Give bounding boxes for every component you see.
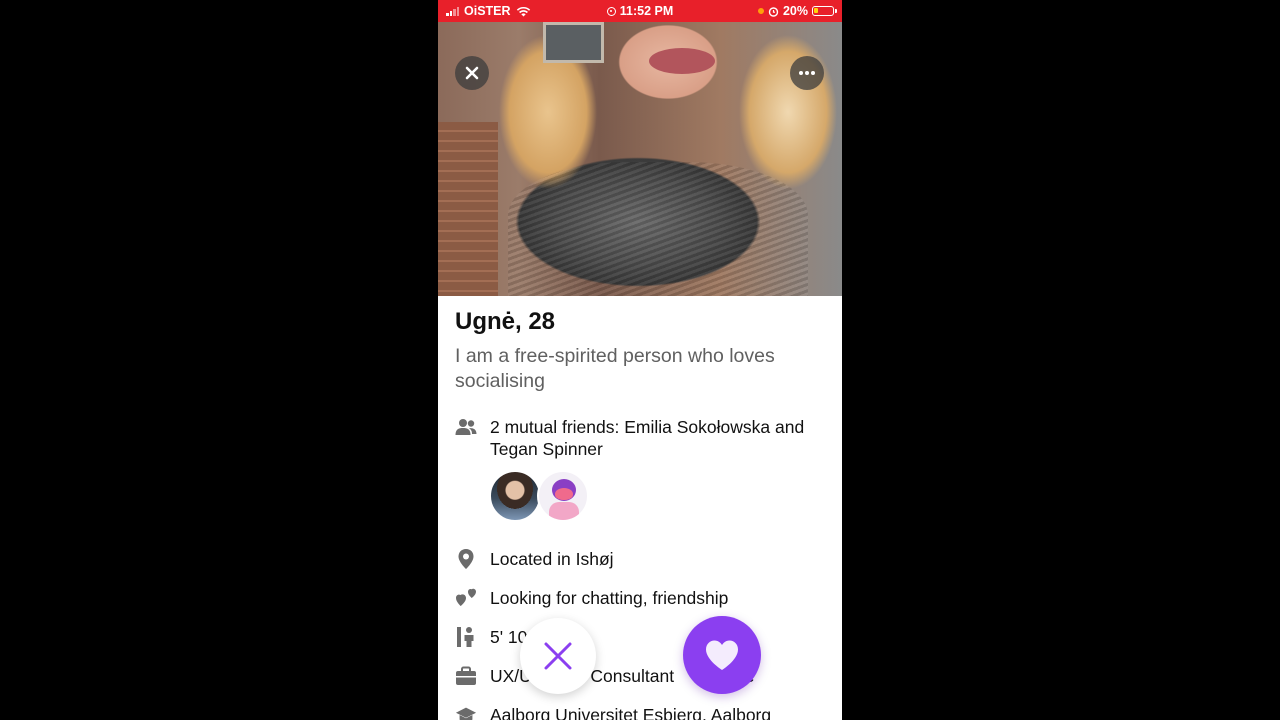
alarm-icon [768,6,779,17]
more-options-button[interactable] [790,56,824,90]
ruler-person-icon [455,626,477,648]
phone-screen: OiSTER 11:52 PM 20% Ugnė, 28 I am a free… [438,0,842,720]
education-text: Aalborg Universitet Esbjerg, Aalborg [490,705,772,720]
photo-brick-wall [438,122,498,296]
heart-icon [706,640,738,670]
briefcase-icon [455,665,477,687]
looking-for-row: Looking for chatting, friendship [455,587,830,609]
close-button[interactable] [455,56,489,90]
mutual-friends-row[interactable]: 2 mutual friends: Emilia Sokołowska and … [455,416,830,460]
avatar[interactable] [489,470,541,522]
profile-photo[interactable] [438,22,842,296]
mic-indicator-icon [757,8,764,14]
status-bar: OiSTER 11:52 PM 20% [438,0,842,22]
status-time: 11:52 PM [619,4,674,18]
location-pin-icon [455,548,477,570]
screen-recording-icon [606,6,616,16]
pass-button[interactable] [520,618,596,694]
like-button[interactable] [683,616,761,694]
location-text: Located in Ishøj [490,549,614,569]
height-row: 5' 10 [455,626,830,648]
location-row: Located in Ishøj [455,548,830,570]
graduation-cap-icon [455,704,477,720]
looking-for-text: Looking for chatting, friendship [490,588,729,608]
close-icon [465,66,479,80]
mutual-friends-text: 2 mutual friends: Emilia Sokołowska and … [490,417,805,459]
people-icon [455,416,477,438]
x-icon [544,642,572,670]
more-icon [799,71,815,75]
work-row: UX/Un Consultantthmore [455,665,830,687]
avatar[interactable] [537,470,589,522]
profile-bio: I am a free-spirited person who loves so… [455,345,775,392]
profile-name: Ugnė, 28 [455,308,556,335]
education-row: Aalborg Universitet Esbjerg, Aalborg [455,704,830,720]
mutual-friends-avatars [489,470,589,522]
hearts-icon [455,587,477,609]
photo-scarf [508,162,808,296]
battery-icon [812,6,837,16]
photo-lips [649,48,715,74]
photo-window [543,22,604,63]
battery-percent: 20% [782,4,808,18]
status-right: 20% [757,4,837,18]
